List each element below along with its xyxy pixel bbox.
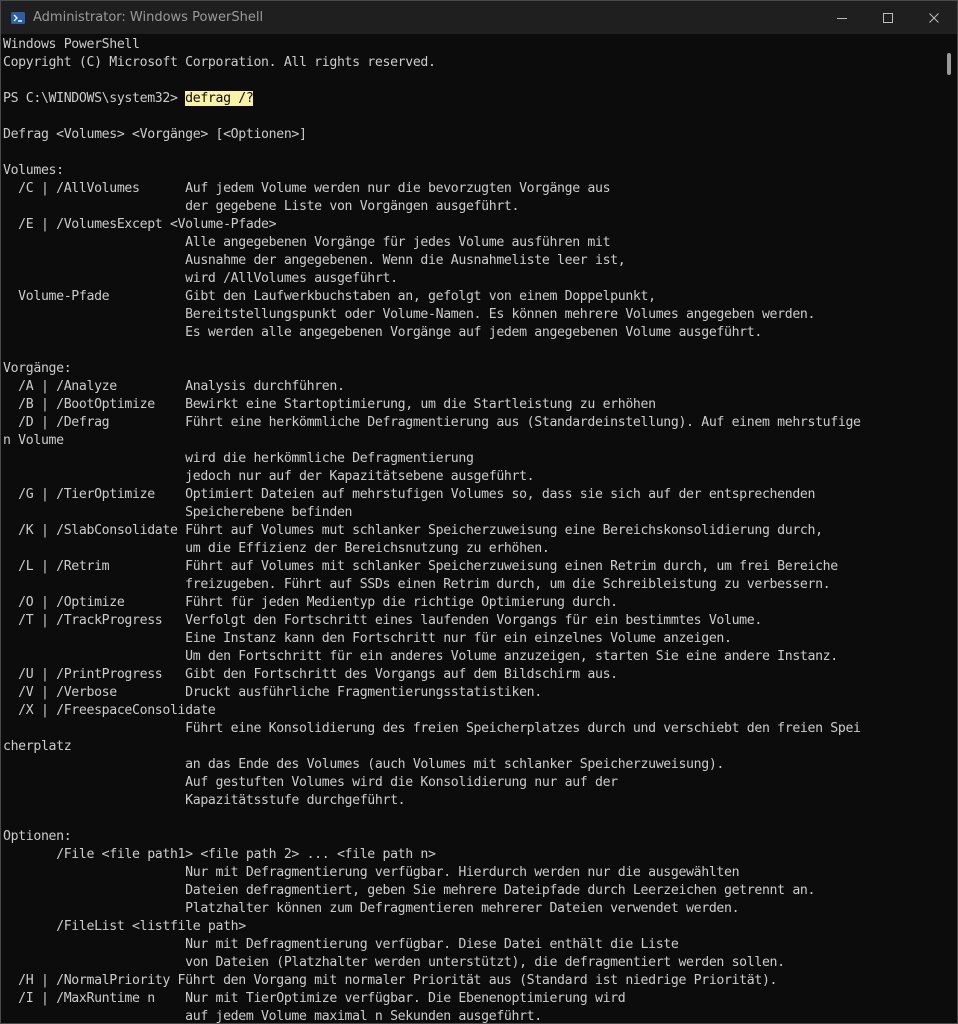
console-output: Windows PowerShell Copyright (C) Microsof… (3, 36, 861, 1023)
console-line: Nur mit Defragmentierung verfügbar. Dies… (3, 937, 679, 952)
console-line: Kapazitätsstufe durchgeführt. (3, 793, 406, 808)
console-line: Bereitstellungspunkt oder Volume-Namen. … (3, 307, 816, 322)
console-line: der gegebene Liste von Vorgängen ausgefü… (3, 199, 520, 214)
console-line: cherplatz (3, 739, 72, 754)
console-line: /U | /PrintProgress Gibt den Fortschritt… (3, 667, 618, 682)
command-text: defrag /? (185, 91, 254, 106)
console-line: /FileList <listfile path> (3, 919, 246, 934)
console-line: /T | /TrackProgress Verfolgt den Fortsch… (3, 613, 762, 628)
console-line: Dateien defragmentiert, geben Sie mehrer… (3, 883, 816, 898)
console-line: /G | /TierOptimize Optimiert Dateien auf… (3, 487, 816, 502)
console-line: Ausnahme der angegebenen. Wenn die Ausna… (3, 253, 626, 268)
maximize-icon (883, 12, 893, 23)
console-line: Platzhalter können zum Defragmentieren m… (3, 901, 740, 916)
console-line: Nur mit Defragmentierung verfügbar. Hier… (3, 865, 740, 880)
console-line: /X | /FreespaceConsolidate (3, 703, 216, 718)
title-bar[interactable]: Administrator: Windows PowerShell (1, 1, 957, 34)
minimize-icon (837, 17, 847, 19)
console-line: /File <file path1> <file path 2> ... <fi… (3, 847, 436, 862)
close-icon (929, 12, 939, 23)
vertical-scrollbar[interactable] (941, 34, 957, 1023)
console-line: /E | /VolumesExcept <Volume-Pfade> (3, 217, 277, 232)
console-line: n Volume (3, 433, 64, 448)
console-line: /A | /Analyze Analysis durchführen. (3, 379, 345, 394)
console-line: auf jedem Volume maximal n Sekunden ausg… (3, 1009, 542, 1023)
powershell-window: Administrator: Windows PowerShell Window… (0, 0, 958, 1024)
console-line: Volumes: (3, 163, 64, 178)
scrollbar-thumb[interactable] (947, 53, 951, 75)
window-controls (819, 1, 957, 34)
console-line: wird /AllVolumes ausgeführt. (3, 271, 398, 286)
close-button[interactable] (911, 1, 957, 34)
console-line: Führt eine Konsolidierung des freien Spe… (3, 721, 861, 736)
console-line: /B | /BootOptimize Bewirkt eine Startopt… (3, 397, 656, 412)
console-line: Volume-Pfade Gibt den Laufwerkbuchstaben… (3, 289, 656, 304)
console-line: /K | /SlabConsolidate Führt auf Volumes … (3, 523, 823, 538)
console-line: Eine Instanz kann den Fortschritt nur fü… (3, 631, 732, 646)
console-line: Alle angegebenen Vorgänge für jedes Volu… (3, 235, 611, 250)
prompt-text: PS C:\WINDOWS\system32> (3, 91, 186, 106)
console-line: Auf gestuften Volumes wird die Konsolidi… (3, 775, 618, 790)
console-line: /O | /Optimize Führt für jeden Medientyp… (3, 595, 618, 610)
console-line: Windows PowerShell (3, 37, 140, 52)
console-line: Defrag <Volumes> <Vorgänge> [<Optionen>] (3, 127, 307, 142)
console-line: /H | /NormalPriority Führt den Vorgang m… (3, 973, 778, 988)
console-line: Optionen: (3, 829, 72, 844)
console-line: jedoch nur auf der Kapazitätsebene ausge… (3, 469, 535, 484)
window-title: Administrator: Windows PowerShell (33, 10, 264, 25)
console-line: /D | /Defrag Führt eine herkömmliche Def… (3, 415, 861, 430)
maximize-button[interactable] (865, 1, 911, 34)
console-line: Um den Fortschritt für ein anderes Volum… (3, 649, 838, 664)
prompt-line: PS C:\WINDOWS\system32> defrag /? (3, 90, 861, 108)
console-line: von Dateien (Platzhalter werden unterstü… (3, 955, 785, 970)
console-line: Copyright (C) Microsoft Corporation. All… (3, 55, 436, 70)
console-line: um die Effizienz der Bereichsnutzung zu … (3, 541, 550, 556)
console-line: /V | /Verbose Druckt ausführliche Fragme… (3, 685, 542, 700)
console-line: wird die herkömmliche Defragmentierung (3, 451, 474, 466)
console-line: Vorgänge: (3, 361, 72, 376)
minimize-button[interactable] (819, 1, 865, 34)
console-line: an das Ende des Volumes (auch Volumes mi… (3, 757, 725, 772)
console-line: /I | /MaxRuntime n Nur mit TierOptimize … (3, 991, 626, 1006)
console-area[interactable]: Windows PowerShell Copyright (C) Microsof… (1, 34, 941, 1023)
console-line: Speicherebene befinden (3, 505, 353, 520)
console-line: /C | /AllVolumes Auf jedem Volume werden… (3, 181, 611, 196)
console-line: /L | /Retrim Führt auf Volumes mit schla… (3, 559, 838, 574)
powershell-icon (11, 11, 25, 24)
console-line: Es werden alle angegebenen Vorgänge auf … (3, 325, 762, 340)
console-line: freizugeben. Führt auf SSDs einen Retrim… (3, 577, 831, 592)
